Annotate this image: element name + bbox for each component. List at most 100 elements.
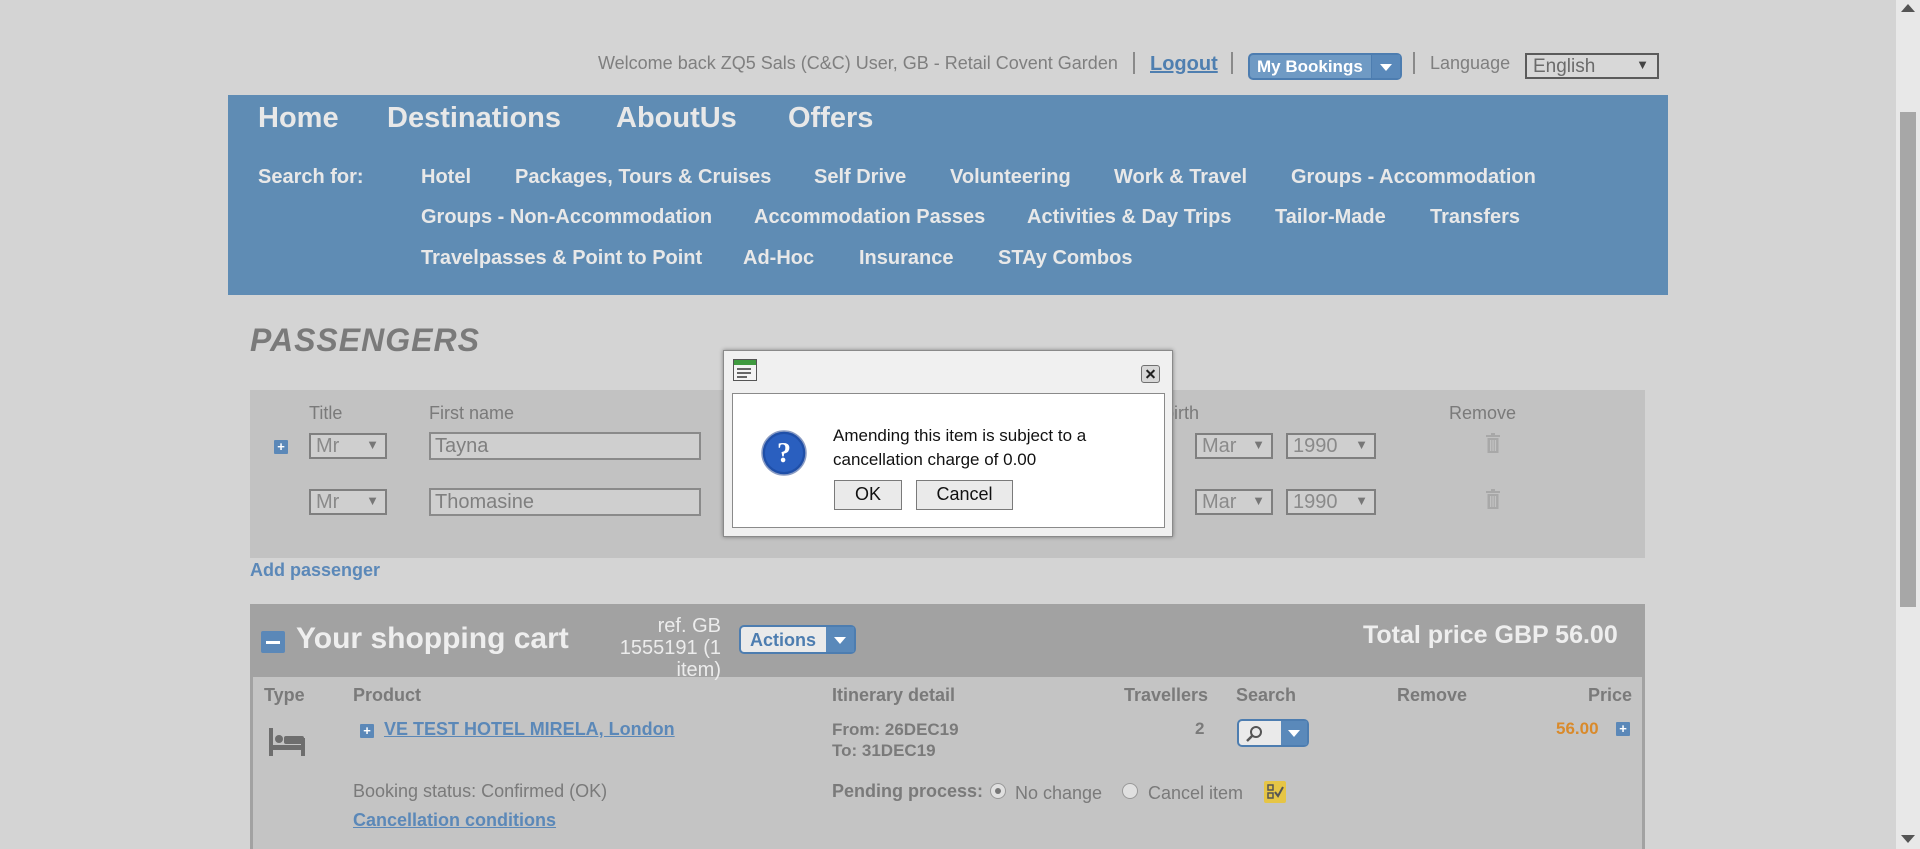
cart-ref-line2: 1555191 (1 item) <box>619 637 721 681</box>
chevron-down-icon[interactable] <box>1281 721 1307 745</box>
col-remove: Remove <box>1397 685 1468 705</box>
nav-volunteering[interactable]: Volunteering <box>950 166 1071 189</box>
title-select[interactable]: Mr ▼ <box>309 489 387 515</box>
pending-process-label: Pending process: <box>832 781 984 801</box>
expand-plus-icon[interactable]: + <box>360 724 374 738</box>
trash-icon[interactable] <box>1486 433 1500 453</box>
product-link[interactable]: VE TEST HOTEL MIRELA, London <box>384 719 675 740</box>
nav-hotel[interactable]: Hotel <box>421 166 471 189</box>
nav-groups-accommodation[interactable]: Groups - Accommodation <box>1291 166 1536 189</box>
nav-accommodation-passes[interactable]: Accommodation Passes <box>754 206 985 229</box>
nav-work-travel[interactable]: Work & Travel <box>1114 166 1247 189</box>
dropdown-arrow-icon: ▼ <box>366 493 379 508</box>
ok-button[interactable]: OK <box>834 480 902 510</box>
main-navigation: Home Destinations AboutUs Offers Search … <box>228 95 1668 295</box>
chevron-down-icon[interactable] <box>826 627 854 652</box>
dialog-message: Amending this item is subject to a cance… <box>833 426 1087 469</box>
expand-plus-icon[interactable]: + <box>274 440 288 454</box>
scroll-down-icon[interactable] <box>1901 835 1915 843</box>
total-price: Total price GBP 56.00 <box>1363 621 1618 649</box>
cart-reference: ref. GB 1555191 (1 item) <box>571 615 721 681</box>
search-button[interactable] <box>1237 719 1309 747</box>
nav-offers[interactable]: Offers <box>788 102 873 135</box>
item-price: 56.00 <box>1556 719 1599 738</box>
itinerary-from: From: 26DEC19 <box>832 720 959 739</box>
question-icon: ? <box>761 430 807 476</box>
first-name-value: Thomasine <box>435 491 534 513</box>
vertical-scrollbar[interactable] <box>1896 0 1920 849</box>
divider <box>1231 52 1233 74</box>
cancel-item-label: Cancel item <box>1148 783 1244 803</box>
month-value: Mar <box>1202 435 1237 457</box>
divider <box>1413 52 1415 74</box>
title-select[interactable]: Mr ▼ <box>309 433 387 459</box>
nav-stay-combos[interactable]: STAy Combos <box>998 247 1132 270</box>
nav-travelpasses[interactable]: Travelpasses & Point to Point <box>421 247 702 270</box>
dialog-body: ? Amending this item is subject to a can… <box>732 393 1165 528</box>
divider <box>1133 52 1135 74</box>
itinerary-to: To: 31DEC19 <box>832 741 936 760</box>
search-icon <box>1246 726 1262 742</box>
scroll-up-icon[interactable] <box>1901 4 1915 12</box>
nav-transfers[interactable]: Transfers <box>1430 206 1520 229</box>
nav-packages[interactable]: Packages, Tours & Cruises <box>515 166 771 189</box>
travellers-count: 2 <box>1195 719 1205 738</box>
col-product: Product <box>353 685 422 705</box>
col-itinerary: Itinerary detail <box>832 685 956 705</box>
col-remove: Remove <box>1449 403 1517 423</box>
nav-destinations[interactable]: Destinations <box>387 102 561 135</box>
window-icon <box>733 359 757 381</box>
year-value: 1990 <box>1293 435 1338 457</box>
logout-link[interactable]: Logout <box>1150 53 1218 76</box>
chevron-down-icon[interactable] <box>1371 55 1400 78</box>
trash-icon[interactable] <box>1486 489 1500 509</box>
nav-self-drive[interactable]: Self Drive <box>814 166 906 189</box>
actions-label: Actions <box>750 630 817 650</box>
add-passenger-link[interactable]: Add passenger <box>250 560 380 581</box>
bed-icon <box>269 728 305 756</box>
year-select[interactable]: 1990 ▼ <box>1286 433 1376 459</box>
nav-ad-hoc[interactable]: Ad-Hoc <box>743 247 814 270</box>
search-for-label: Search for: <box>258 166 364 188</box>
month-select[interactable]: Mar ▼ <box>1195 433 1273 459</box>
svg-text:?: ? <box>777 438 791 469</box>
booking-status: Booking status: Confirmed (OK) <box>353 781 608 801</box>
col-search: Search <box>1236 685 1297 705</box>
no-change-label: No change <box>1015 783 1103 803</box>
collapse-minus-icon[interactable] <box>261 631 285 653</box>
first-name-input[interactable]: Tayna <box>429 432 701 460</box>
dropdown-arrow-icon: ▼ <box>1636 57 1649 72</box>
nav-insurance[interactable]: Insurance <box>859 247 953 270</box>
my-bookings-label: My Bookings <box>1257 57 1363 76</box>
cart-ref-line1: ref. GB <box>657 615 721 637</box>
scroll-thumb[interactable] <box>1900 112 1916 607</box>
my-bookings-button[interactable]: My Bookings <box>1248 53 1402 80</box>
welcome-text: Welcome back ZQ5 Sals (C&C) User, GB - R… <box>598 53 1118 73</box>
first-name-input[interactable]: Thomasine <box>429 488 701 516</box>
nav-groups-non-accommodation[interactable]: Groups - Non-Accommodation <box>421 206 712 229</box>
month-value: Mar <box>1202 491 1237 513</box>
close-icon[interactable] <box>1141 365 1160 383</box>
actions-button[interactable]: Actions <box>739 625 856 654</box>
nav-home[interactable]: Home <box>258 102 339 135</box>
checklist-icon[interactable] <box>1264 781 1286 803</box>
nav-aboutus[interactable]: AboutUs <box>616 102 737 135</box>
year-value: 1990 <box>1293 491 1338 513</box>
cart-title: Your shopping cart <box>296 622 569 655</box>
dropdown-arrow-icon: ▼ <box>366 437 379 452</box>
title-value: Mr <box>316 491 340 513</box>
nav-activities[interactable]: Activities & Day Trips <box>1027 206 1232 229</box>
col-type: Type <box>264 685 305 705</box>
cancel-button[interactable]: Cancel <box>916 480 1013 510</box>
col-travellers: Travellers <box>1124 685 1209 705</box>
year-select[interactable]: 1990 ▼ <box>1286 489 1376 515</box>
no-change-radio[interactable] <box>990 783 1006 799</box>
language-select[interactable]: English ▼ <box>1525 53 1659 79</box>
nav-tailor-made[interactable]: Tailor-Made <box>1275 206 1386 229</box>
price-detail-plus-icon[interactable]: + <box>1616 722 1630 736</box>
dropdown-arrow-icon: ▼ <box>1355 493 1368 508</box>
confirm-dialog: ? Amending this item is subject to a can… <box>723 350 1173 537</box>
month-select[interactable]: Mar ▼ <box>1195 489 1273 515</box>
cancellation-conditions-link[interactable]: Cancellation conditions <box>353 810 556 831</box>
cancel-item-radio[interactable] <box>1122 783 1138 799</box>
